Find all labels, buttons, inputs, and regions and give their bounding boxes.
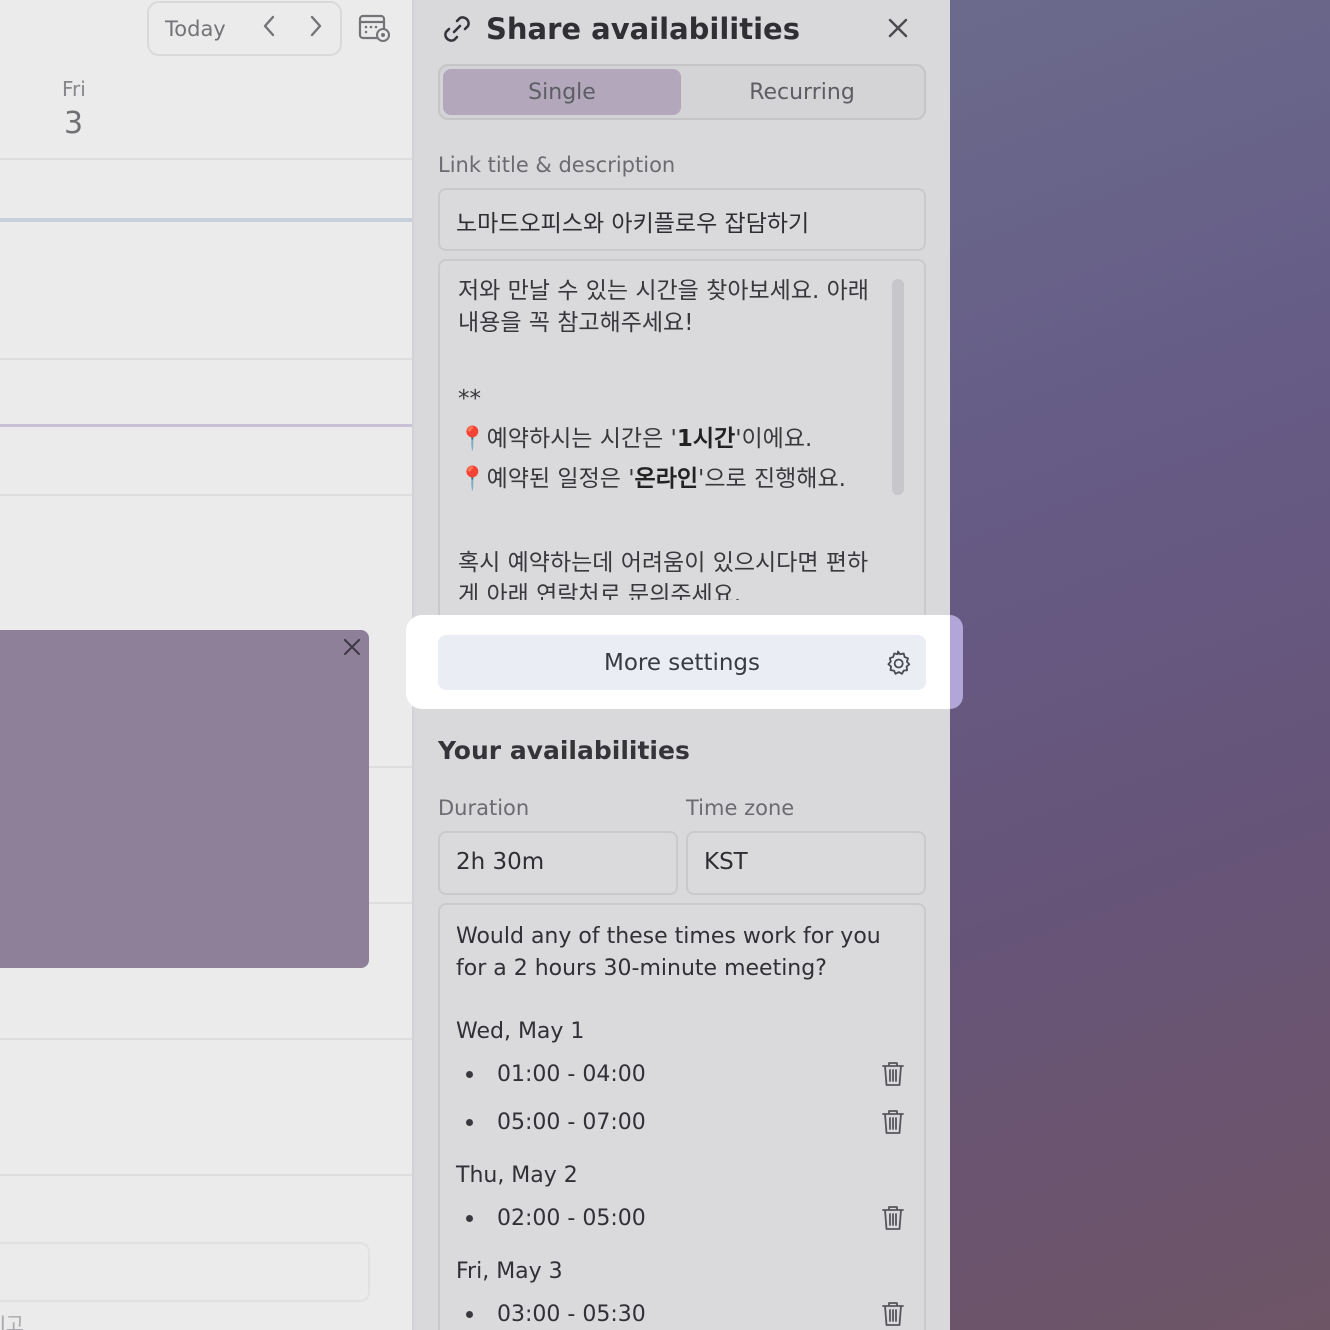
- time-slot: 03:00 - 05:30: [466, 1298, 906, 1330]
- description-line: 📍예약하시는 시간은 '1시간'이에요.: [458, 426, 813, 452]
- today-button[interactable]: Today: [165, 17, 246, 41]
- time-slot-text: 05:00 - 07:00: [497, 1109, 646, 1135]
- day-name: Fri: [62, 77, 86, 101]
- more-settings-label: More settings: [603, 649, 761, 676]
- availabilities-intro: Would any of these times work for you fo…: [456, 924, 881, 981]
- description-scrollbar[interactable]: [892, 279, 904, 495]
- panel-title: Share availabilities: [486, 12, 800, 46]
- more-settings-button[interactable]: More settings: [438, 635, 926, 690]
- grid-line: [0, 424, 412, 427]
- description-line: **: [458, 386, 481, 412]
- time-slot: 02:00 - 05:00: [466, 1202, 906, 1234]
- date-heading: Wed, May 1: [456, 1019, 585, 1044]
- trash-icon[interactable]: [880, 1204, 906, 1232]
- pin-icon: 📍: [458, 466, 487, 492]
- bullet: [466, 1310, 473, 1318]
- tab-single[interactable]: Single: [443, 69, 681, 115]
- time-slot-text: 02:00 - 05:00: [497, 1205, 646, 1231]
- trash-icon[interactable]: [880, 1060, 906, 1088]
- gear-icon: [884, 649, 912, 677]
- grid-line: [0, 1174, 412, 1176]
- trash-icon[interactable]: [880, 1108, 906, 1136]
- grid-line: [0, 158, 412, 160]
- mode-toggle: Single Recurring: [438, 64, 926, 120]
- calendar-settings-icon[interactable]: [358, 12, 392, 44]
- grid-line: [0, 358, 412, 360]
- day-number: 3: [64, 106, 84, 141]
- chevron-right-icon[interactable]: [293, 15, 340, 42]
- availabilities-text-box[interactable]: Would any of these times work for you fo…: [438, 903, 926, 1330]
- partial-label: l고: [0, 1312, 24, 1330]
- ghost-input: [0, 1242, 370, 1302]
- timezone-select[interactable]: KST: [686, 831, 926, 895]
- link-title-input[interactable]: 노마드오피스와 아키플로우 잡담하기: [438, 188, 926, 251]
- panel-header: Share availabilities: [440, 8, 800, 50]
- trash-icon[interactable]: [880, 1300, 906, 1328]
- date-heading: Thu, May 2: [456, 1163, 578, 1188]
- link-icon: [440, 12, 474, 46]
- description-line: 📍예약된 일정은 '온라인'으로 진행해요.: [458, 466, 846, 492]
- calendar-view: Today Fri 3 l고: [0, 0, 414, 1330]
- duration-input[interactable]: 2h 30m: [438, 831, 678, 895]
- availabilities-title: Your availabilities: [438, 736, 690, 765]
- more-settings-highlight: More settings: [406, 615, 963, 709]
- calendar-nav: Today: [147, 1, 342, 56]
- time-slot-text: 01:00 - 04:00: [497, 1061, 646, 1087]
- link-title-label: Link title & description: [438, 153, 676, 177]
- now-line: [0, 218, 412, 222]
- description-textarea[interactable]: 저와 만날 수 있는 시간을 찾아보세요. 아래 내용을 꼭 참고해주세요! *…: [438, 259, 926, 627]
- bullet: [466, 1118, 473, 1126]
- tab-recurring[interactable]: Recurring: [683, 69, 921, 115]
- pin-icon: 📍: [458, 426, 487, 452]
- time-slot: 01:00 - 04:00: [466, 1058, 906, 1090]
- grid-line: [0, 494, 412, 496]
- date-heading: Fri, May 3: [456, 1259, 563, 1284]
- description-line: 저와 만날 수 있는 시간을 찾아보세요. 아래 내용을 꼭 참고해주세요!: [458, 278, 869, 336]
- time-slot-text: 03:00 - 05:30: [497, 1301, 646, 1327]
- grid-line: [0, 1038, 412, 1040]
- timezone-label: Time zone: [686, 796, 795, 820]
- desktop-backdrop: [950, 0, 1330, 1330]
- chevron-left-icon[interactable]: [246, 15, 293, 42]
- close-icon[interactable]: [341, 636, 363, 658]
- duration-label: Duration: [438, 796, 530, 820]
- description-content: 저와 만날 수 있는 시간을 찾아보세요. 아래 내용을 꼭 참고해주세요! *…: [458, 275, 878, 600]
- bullet: [466, 1214, 473, 1222]
- bullet: [466, 1070, 473, 1078]
- selected-availability-block[interactable]: [0, 630, 369, 968]
- time-slot: 05:00 - 07:00: [466, 1106, 906, 1138]
- close-icon[interactable]: [884, 14, 912, 42]
- description-line: 혹시 예약하는데 어려움이 있으시다면 편하게 아래 연락처로 문의주세요.: [458, 550, 869, 600]
